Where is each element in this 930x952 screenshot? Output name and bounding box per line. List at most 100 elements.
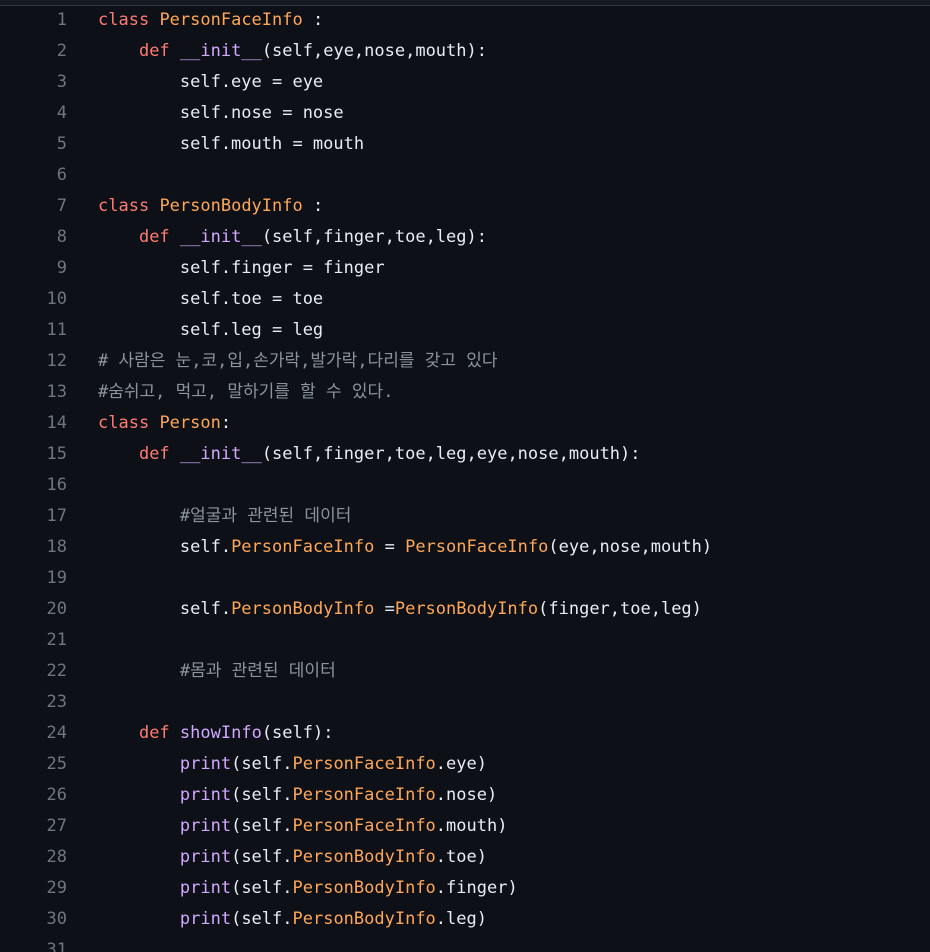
code-line[interactable]: 10 self.toe = toe xyxy=(0,284,930,315)
comment-token: # 사람은 눈,코,입,손가락,발가락,다리를 갖고 있다 xyxy=(98,351,498,371)
comment-token: #몸과 관련된 데이터 xyxy=(179,661,336,681)
code-token: = xyxy=(374,599,395,619)
keyword-token: def xyxy=(138,723,170,743)
code-token: : xyxy=(220,413,232,433)
code-line[interactable]: 28 print(self.PersonBodyInfo.toe) xyxy=(0,842,930,873)
function-token: __init__ xyxy=(179,444,262,464)
code-line[interactable]: 12 # 사람은 눈,코,입,손가락,발가락,다리를 갖고 있다 xyxy=(0,346,930,377)
line-text: self.eye = eye xyxy=(98,67,323,98)
code-line[interactable]: 6 xyxy=(0,160,930,191)
keyword-token: class xyxy=(98,413,150,433)
line-text: def __init__(self,eye,nose,mouth): xyxy=(98,36,487,67)
class-name-token: PersonFaceInfo xyxy=(231,537,375,557)
function-token: print xyxy=(179,785,232,805)
code-token: (eye,nose,mouth) xyxy=(548,537,713,557)
code-line[interactable]: 31 xyxy=(0,935,930,952)
comment-token: #얼굴과 관련된 데이터 xyxy=(179,506,352,526)
line-number: 25 xyxy=(46,754,67,774)
code-token: (self): xyxy=(261,723,334,743)
code-line[interactable]: 7 class PersonBodyInfo : xyxy=(0,191,930,222)
code-line[interactable]: 19 xyxy=(0,563,930,594)
line-number: 6 xyxy=(56,165,67,185)
code-line[interactable]: 27 print(self.PersonFaceInfo.mouth) xyxy=(0,811,930,842)
code-line[interactable]: 18 self.PersonFaceInfo = PersonFaceInfo(… xyxy=(0,532,930,563)
line-text: print(self.PersonFaceInfo.nose) xyxy=(98,780,497,811)
line-text: self.nose = nose xyxy=(98,98,344,129)
code-line[interactable]: 4 self.nose = nose xyxy=(0,98,930,129)
line-number: 28 xyxy=(46,847,67,867)
code-line[interactable]: 14 class Person: xyxy=(0,408,930,439)
code-line[interactable]: 24 def showInfo(self): xyxy=(0,718,930,749)
code-line[interactable]: 25 print(self.PersonFaceInfo.eye) xyxy=(0,749,930,780)
code-line[interactable]: 3 self.eye = eye xyxy=(0,67,930,98)
code-line[interactable]: 13 #숨쉬고, 먹고, 말하기를 할 수 있다. xyxy=(0,377,930,408)
line-number: 11 xyxy=(46,320,67,340)
code-token: self. xyxy=(98,599,232,619)
line-number: 30 xyxy=(46,909,67,929)
line-text: #숨쉬고, 먹고, 말하기를 할 수 있다. xyxy=(98,377,393,408)
line-number: 26 xyxy=(46,785,67,805)
line-text: self.leg = leg xyxy=(98,315,323,346)
code-editor[interactable]: 1 class PersonFaceInfo :2 def __init__(se… xyxy=(0,0,930,952)
code-token: self. xyxy=(98,537,232,557)
class-name-token: PersonBodyInfo xyxy=(292,847,436,867)
line-number: 15 xyxy=(46,444,67,464)
code-token: (self,eye,nose,mouth): xyxy=(261,41,487,61)
code-line[interactable]: 30 print(self.PersonBodyInfo.leg) xyxy=(0,904,930,935)
function-token: showInfo xyxy=(179,723,262,743)
line-text: def __init__(self,finger,toe,leg,eye,nos… xyxy=(98,439,641,470)
code-token: (self. xyxy=(231,878,293,898)
keyword-token: class xyxy=(98,10,150,30)
code-token: .toe) xyxy=(435,847,487,867)
line-number: 14 xyxy=(46,413,67,433)
line-text: class Person: xyxy=(98,408,231,439)
code-line[interactable]: 15 def __init__(self,finger,toe,leg,eye,… xyxy=(0,439,930,470)
line-number: 2 xyxy=(56,41,67,61)
code-line[interactable]: 16 xyxy=(0,470,930,501)
line-number: 10 xyxy=(46,289,67,309)
line-text: def __init__(self,finger,toe,leg): xyxy=(98,222,487,253)
code-token: self.nose = nose xyxy=(98,103,344,123)
line-text: def showInfo(self): xyxy=(98,718,334,749)
code-token: self.mouth = mouth xyxy=(98,134,365,154)
code-area[interactable]: 1 class PersonFaceInfo :2 def __init__(se… xyxy=(0,5,930,952)
line-number: 1 xyxy=(56,10,67,30)
code-token: self.eye = eye xyxy=(98,72,324,92)
code-line[interactable]: 1 class PersonFaceInfo : xyxy=(0,5,930,36)
code-token: self.leg = leg xyxy=(98,320,324,340)
code-line[interactable]: 20 self.PersonBodyInfo =PersonBodyInfo(f… xyxy=(0,594,930,625)
code-line[interactable]: 9 self.finger = finger xyxy=(0,253,930,284)
code-line[interactable]: 5 self.mouth = mouth xyxy=(0,129,930,160)
code-line[interactable]: 29 print(self.PersonBodyInfo.finger) xyxy=(0,873,930,904)
line-number: 12 xyxy=(46,351,67,371)
code-token: (self. xyxy=(231,816,293,836)
code-line[interactable]: 26 print(self.PersonFaceInfo.nose) xyxy=(0,780,930,811)
code-line[interactable]: 21 xyxy=(0,625,930,656)
code-line[interactable]: 23 xyxy=(0,687,930,718)
code-line[interactable]: 2 def __init__(self,eye,nose,mouth): xyxy=(0,36,930,67)
code-line[interactable]: 17 #얼굴과 관련된 데이터 xyxy=(0,501,930,532)
line-text: class PersonFaceInfo : xyxy=(98,5,323,36)
code-token: (finger,toe,leg) xyxy=(538,599,702,619)
code-line[interactable]: 11 self.leg = leg xyxy=(0,315,930,346)
line-text: #얼굴과 관련된 데이터 xyxy=(98,501,351,532)
line-number: 3 xyxy=(56,72,67,92)
code-line[interactable]: 22 #몸과 관련된 데이터 xyxy=(0,656,930,687)
code-line[interactable]: 8 def __init__(self,finger,toe,leg): xyxy=(0,222,930,253)
line-number: 29 xyxy=(46,878,67,898)
line-number: 27 xyxy=(46,816,67,836)
code-token: (self. xyxy=(231,909,293,929)
class-name-token: PersonFaceInfo xyxy=(159,10,303,30)
line-text: # 사람은 눈,코,입,손가락,발가락,다리를 갖고 있다 xyxy=(98,346,498,377)
function-token: print xyxy=(179,909,232,929)
line-text: print(self.PersonBodyInfo.finger) xyxy=(98,873,518,904)
code-token: (self. xyxy=(231,754,293,774)
class-name-token: PersonBodyInfo xyxy=(394,599,539,619)
